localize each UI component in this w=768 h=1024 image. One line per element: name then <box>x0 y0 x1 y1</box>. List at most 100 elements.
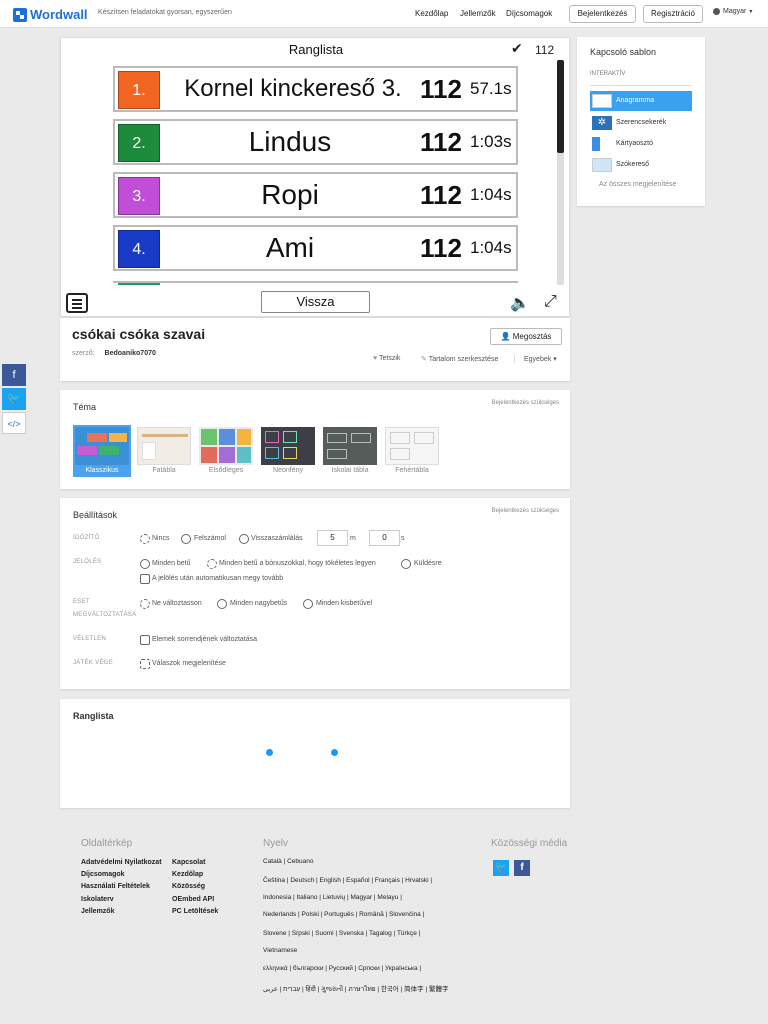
theme-classic-thumb <box>75 427 129 465</box>
top-header: Wordwall Készítsen feladatokat gyorsan, … <box>0 0 768 28</box>
footer-link[interactable]: Közösség <box>172 883 205 890</box>
case-lower-radio[interactable] <box>303 599 313 609</box>
activity-title: csókai csóka szavai <box>72 326 206 342</box>
template-wheel[interactable]: ✲ Szerencsekerék <box>590 113 692 133</box>
social-title: Közösségi média <box>491 838 568 849</box>
theme-login-required: Bejelentkezés szükséges <box>491 400 559 406</box>
case-label-line2: MEGVÁLTOZTATÁSA <box>73 612 137 618</box>
activity-info: csókai csóka szavai szerző: Bedoaniko707… <box>60 318 570 381</box>
language-links[interactable]: Vietnamese <box>263 947 473 954</box>
timer-countup-label: Felszámol <box>194 535 226 542</box>
nav-home[interactable]: Kezdőlap <box>415 9 448 18</box>
login-button[interactable]: Bejelentkezés <box>569 5 636 23</box>
edit-content-button[interactable]: ✎ Tartalom szerkesztése <box>421 355 498 363</box>
back-button[interactable]: Vissza <box>261 291 370 313</box>
wheel-icon: ✲ <box>592 116 612 130</box>
twitter-icon[interactable]: 🐦 <box>493 860 509 876</box>
menu-icon[interactable] <box>66 293 88 313</box>
more-button[interactable]: Egyebek ▾ <box>514 355 557 363</box>
player-time: 1:04s <box>470 238 512 257</box>
settings-login-required: Bejelentkezés szükséges <box>491 508 559 514</box>
wordwall-logo[interactable]: Wordwall <box>13 7 88 22</box>
language-links[interactable]: עִברִית | عربى | हिंदी | ગુજરાતી | ภาษาไ… <box>263 983 473 994</box>
author-line: szerző: Bedoaniko7070 <box>72 350 156 357</box>
auto-advance-checkbox[interactable] <box>140 574 150 584</box>
switch-template-panel: Kapcsoló sablon INTERAKTÍV Anagramma ✲ S… <box>577 37 705 206</box>
footer-link[interactable]: Adatvédelmi Nyilatkozat <box>81 859 162 866</box>
author-name[interactable]: Bedoaniko7070 <box>105 350 156 357</box>
nav-features[interactable]: Jellemzők <box>460 9 496 18</box>
twitter-share-icon[interactable]: 🐦 <box>2 388 26 410</box>
theme-primary[interactable]: Elsődleges <box>197 425 255 477</box>
scrollbar-thumb[interactable] <box>557 60 564 153</box>
game-title: Ranglista <box>288 42 344 57</box>
theme-label: Neonfény <box>273 467 303 474</box>
template-label: Kártyaosztó <box>616 140 653 147</box>
theme-label: Fehértábla <box>395 467 429 474</box>
edit-label: Tartalom szerkesztése <box>428 356 499 363</box>
footer-link[interactable]: Iskolaterv <box>81 896 114 903</box>
language-links[interactable]: Indonesia | Italiano | Lietuvių | Magyar… <box>263 894 473 901</box>
player-name: Ami <box>265 232 315 263</box>
theme-wood[interactable]: Fatábla <box>135 425 193 477</box>
nav-pricing[interactable]: Díjcsomagok <box>506 9 552 18</box>
theme-section: Téma Bejelentkezés szükséges Klasszikus … <box>60 390 570 489</box>
footer-link[interactable]: Díjcsomagok <box>81 871 125 878</box>
marking-every-letter-radio[interactable] <box>140 559 150 569</box>
leaderboard-row: 1. Kornel kinckereső 3. 112 57.1s <box>113 66 518 112</box>
timer-countup-radio[interactable] <box>181 534 191 544</box>
timer-countdown-label: Visszaszámlálás <box>251 535 303 542</box>
show-all-link[interactable]: Az összes megjelenítése <box>599 181 676 188</box>
speaker-icon[interactable]: 🔈 <box>510 293 530 313</box>
theme-whiteboard[interactable]: Fehértábla <box>383 425 441 477</box>
seconds-input[interactable]: 0 <box>369 530 400 546</box>
user-icon: 👤 <box>500 332 511 341</box>
theme-neon[interactable]: Neonfény <box>259 425 317 477</box>
timer-none-radio[interactable] <box>140 534 150 544</box>
like-label: Tetszik <box>378 355 401 362</box>
language-links[interactable]: Català | Cebuano <box>263 858 473 865</box>
footer-link[interactable]: Kezdőlap <box>172 871 203 878</box>
leaderboard-section: Ranglista <box>60 699 570 808</box>
language-links[interactable]: Nederlands | Polski | Português | Română… <box>263 911 473 918</box>
facebook-icon[interactable]: f <box>514 860 530 876</box>
language-links[interactable]: Čeština | Deutsch | English | Español | … <box>263 877 473 884</box>
share-button[interactable]: 👤 Megosztás <box>490 328 562 345</box>
case-upper-radio[interactable] <box>217 599 227 609</box>
language-links[interactable]: ελληνικά | български | Русский | Српски … <box>263 965 473 972</box>
footer-link[interactable]: Használati Feltételek <box>81 883 150 890</box>
theme-chalkboard[interactable]: Iskolai tábla <box>321 425 379 477</box>
template-anagram[interactable]: Anagramma <box>590 91 692 111</box>
leaderboard-row: 3. Ropi 112 1:04s <box>113 172 518 218</box>
like-button[interactable]: ♥ Tetszik <box>373 355 400 362</box>
case-unchanged-label: Ne változtasson <box>152 600 202 607</box>
template-label: Szerencsekerék <box>616 119 667 126</box>
theme-whiteboard-thumb <box>385 427 439 465</box>
template-card-dealer[interactable]: Kártyaosztó <box>590 134 692 154</box>
show-answers-checkbox[interactable] <box>140 659 150 669</box>
template-label: Szókereső <box>616 161 650 168</box>
marking-submit-radio[interactable] <box>401 559 411 569</box>
player-score: 112 <box>420 127 462 157</box>
case-unchanged-radio[interactable] <box>140 599 150 609</box>
theme-label: Klasszikus <box>85 467 119 474</box>
timer-countdown-radio[interactable] <box>239 534 249 544</box>
loading-dot <box>266 749 273 756</box>
theme-classic[interactable]: Klasszikus <box>73 425 131 477</box>
embed-icon[interactable]: </> <box>2 412 26 434</box>
language-links[interactable]: Slovene | Srpski | Suomi | Svenska | Tag… <box>263 930 473 937</box>
language-selector[interactable]: Magyar ▾ <box>713 8 752 15</box>
fullscreen-icon[interactable]: ⤢ <box>544 293 557 311</box>
footer-link[interactable]: PC Letöltések <box>172 908 218 915</box>
template-wordsearch[interactable]: Szókereső <box>590 155 692 175</box>
minutes-input[interactable]: 5 <box>317 530 348 546</box>
shuffle-checkbox[interactable] <box>140 635 150 645</box>
footer-link[interactable]: Kapcsolat <box>172 859 205 866</box>
marking-bonus-radio[interactable] <box>207 559 217 569</box>
footer-link[interactable]: OEmbed API <box>172 896 214 903</box>
player-score: 112 <box>420 233 462 263</box>
marking-label: JELÖLÉS <box>73 559 102 565</box>
facebook-share-icon[interactable]: f <box>2 364 26 386</box>
register-button[interactable]: Regisztráció <box>643 5 703 23</box>
footer-link[interactable]: Jellemzők <box>81 908 114 915</box>
